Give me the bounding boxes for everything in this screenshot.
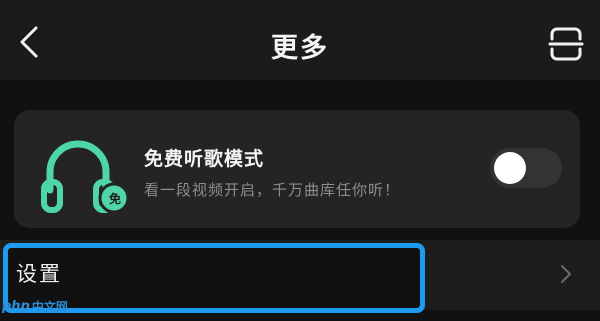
free-mode-toggle[interactable] — [490, 148, 562, 188]
page-title: 更多 — [271, 33, 329, 64]
watermark-site: 中文网 — [31, 300, 68, 314]
promo-title: 免费听歌模式 — [144, 148, 265, 170]
toggle-knob — [494, 152, 526, 184]
free-listen-card[interactable]: 免 免费听歌模式 看一段视频开启，千万曲库任你听！ — [14, 110, 580, 228]
scan-button[interactable] — [546, 24, 586, 64]
settings-label: 设置 — [16, 262, 62, 286]
watermark: php 中文网 — [2, 298, 68, 315]
free-badge-label: 免 — [108, 192, 121, 206]
watermark-brand: php — [2, 299, 30, 314]
header-bar: 更多 — [0, 0, 600, 80]
chevron-right-icon — [561, 265, 571, 283]
scan-icon — [548, 27, 584, 61]
promo-subtitle: 看一段视频开启，千万曲库任你听！ — [144, 181, 401, 199]
